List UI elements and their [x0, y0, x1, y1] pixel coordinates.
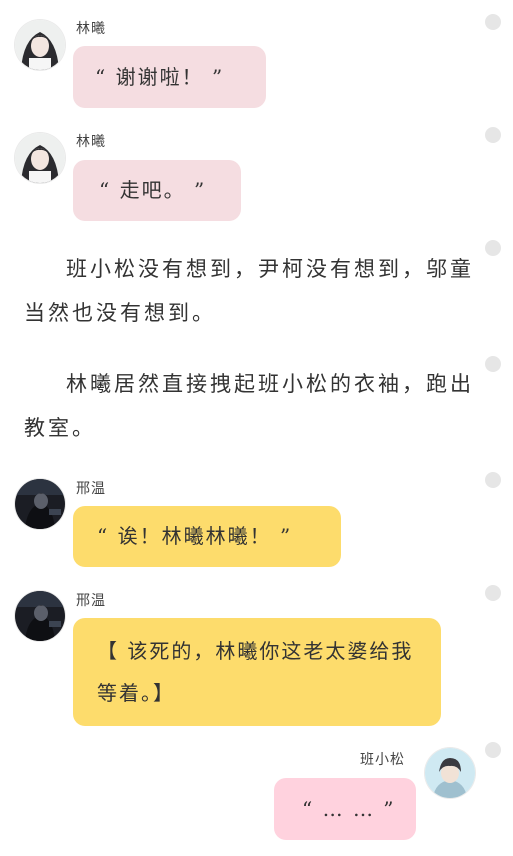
speaker-name: 邢温 — [76, 481, 106, 497]
chat-bubble[interactable]: “ 走吧。 ” — [73, 160, 241, 221]
narration-block: 林曦居然直接拽起班小松的衣袖，跑出教室。 — [24, 362, 474, 450]
chat-bubble[interactable]: “ 谢谢啦！ ” — [73, 46, 266, 108]
speaker-name: 邢温 — [76, 593, 106, 609]
girl-avatar-icon — [15, 133, 65, 183]
message-status-dot[interactable] — [485, 240, 501, 256]
avatar[interactable] — [425, 748, 475, 798]
narration-paragraph: 林曦居然直接拽起班小松的衣袖，跑出教室。 — [24, 372, 474, 440]
boy-avatar-icon — [425, 748, 475, 798]
chat-bubble[interactable]: 【 该死的，林曦你这老太婆给我等着。】 — [73, 618, 441, 726]
speaker-name: 林曦 — [76, 21, 106, 37]
avatar[interactable] — [15, 591, 65, 641]
avatar[interactable] — [15, 133, 65, 183]
narration-paragraph: 班小松没有想到，尹柯没有想到，邬童当然也没有想到。 — [24, 257, 474, 325]
dark-avatar-icon — [15, 479, 65, 529]
speaker-name: 林曦 — [76, 134, 106, 150]
message-status-dot[interactable] — [485, 472, 501, 488]
avatar[interactable] — [15, 20, 65, 70]
chat-bubble[interactable]: “ … … ” — [274, 778, 416, 840]
message-status-dot[interactable] — [485, 356, 501, 372]
message-status-dot[interactable] — [485, 742, 501, 758]
narration-block: 班小松没有想到，尹柯没有想到，邬童当然也没有想到。 — [24, 247, 474, 335]
chat-bubble[interactable]: “ 诶！林曦林曦！ ” — [73, 506, 341, 567]
speaker-name: 班小松 — [360, 752, 405, 768]
avatar[interactable] — [15, 479, 65, 529]
message-status-dot[interactable] — [485, 585, 501, 601]
dark-avatar-icon — [15, 591, 65, 641]
girl-avatar-icon — [15, 20, 65, 70]
message-status-dot[interactable] — [485, 127, 501, 143]
message-status-dot[interactable] — [485, 14, 501, 30]
